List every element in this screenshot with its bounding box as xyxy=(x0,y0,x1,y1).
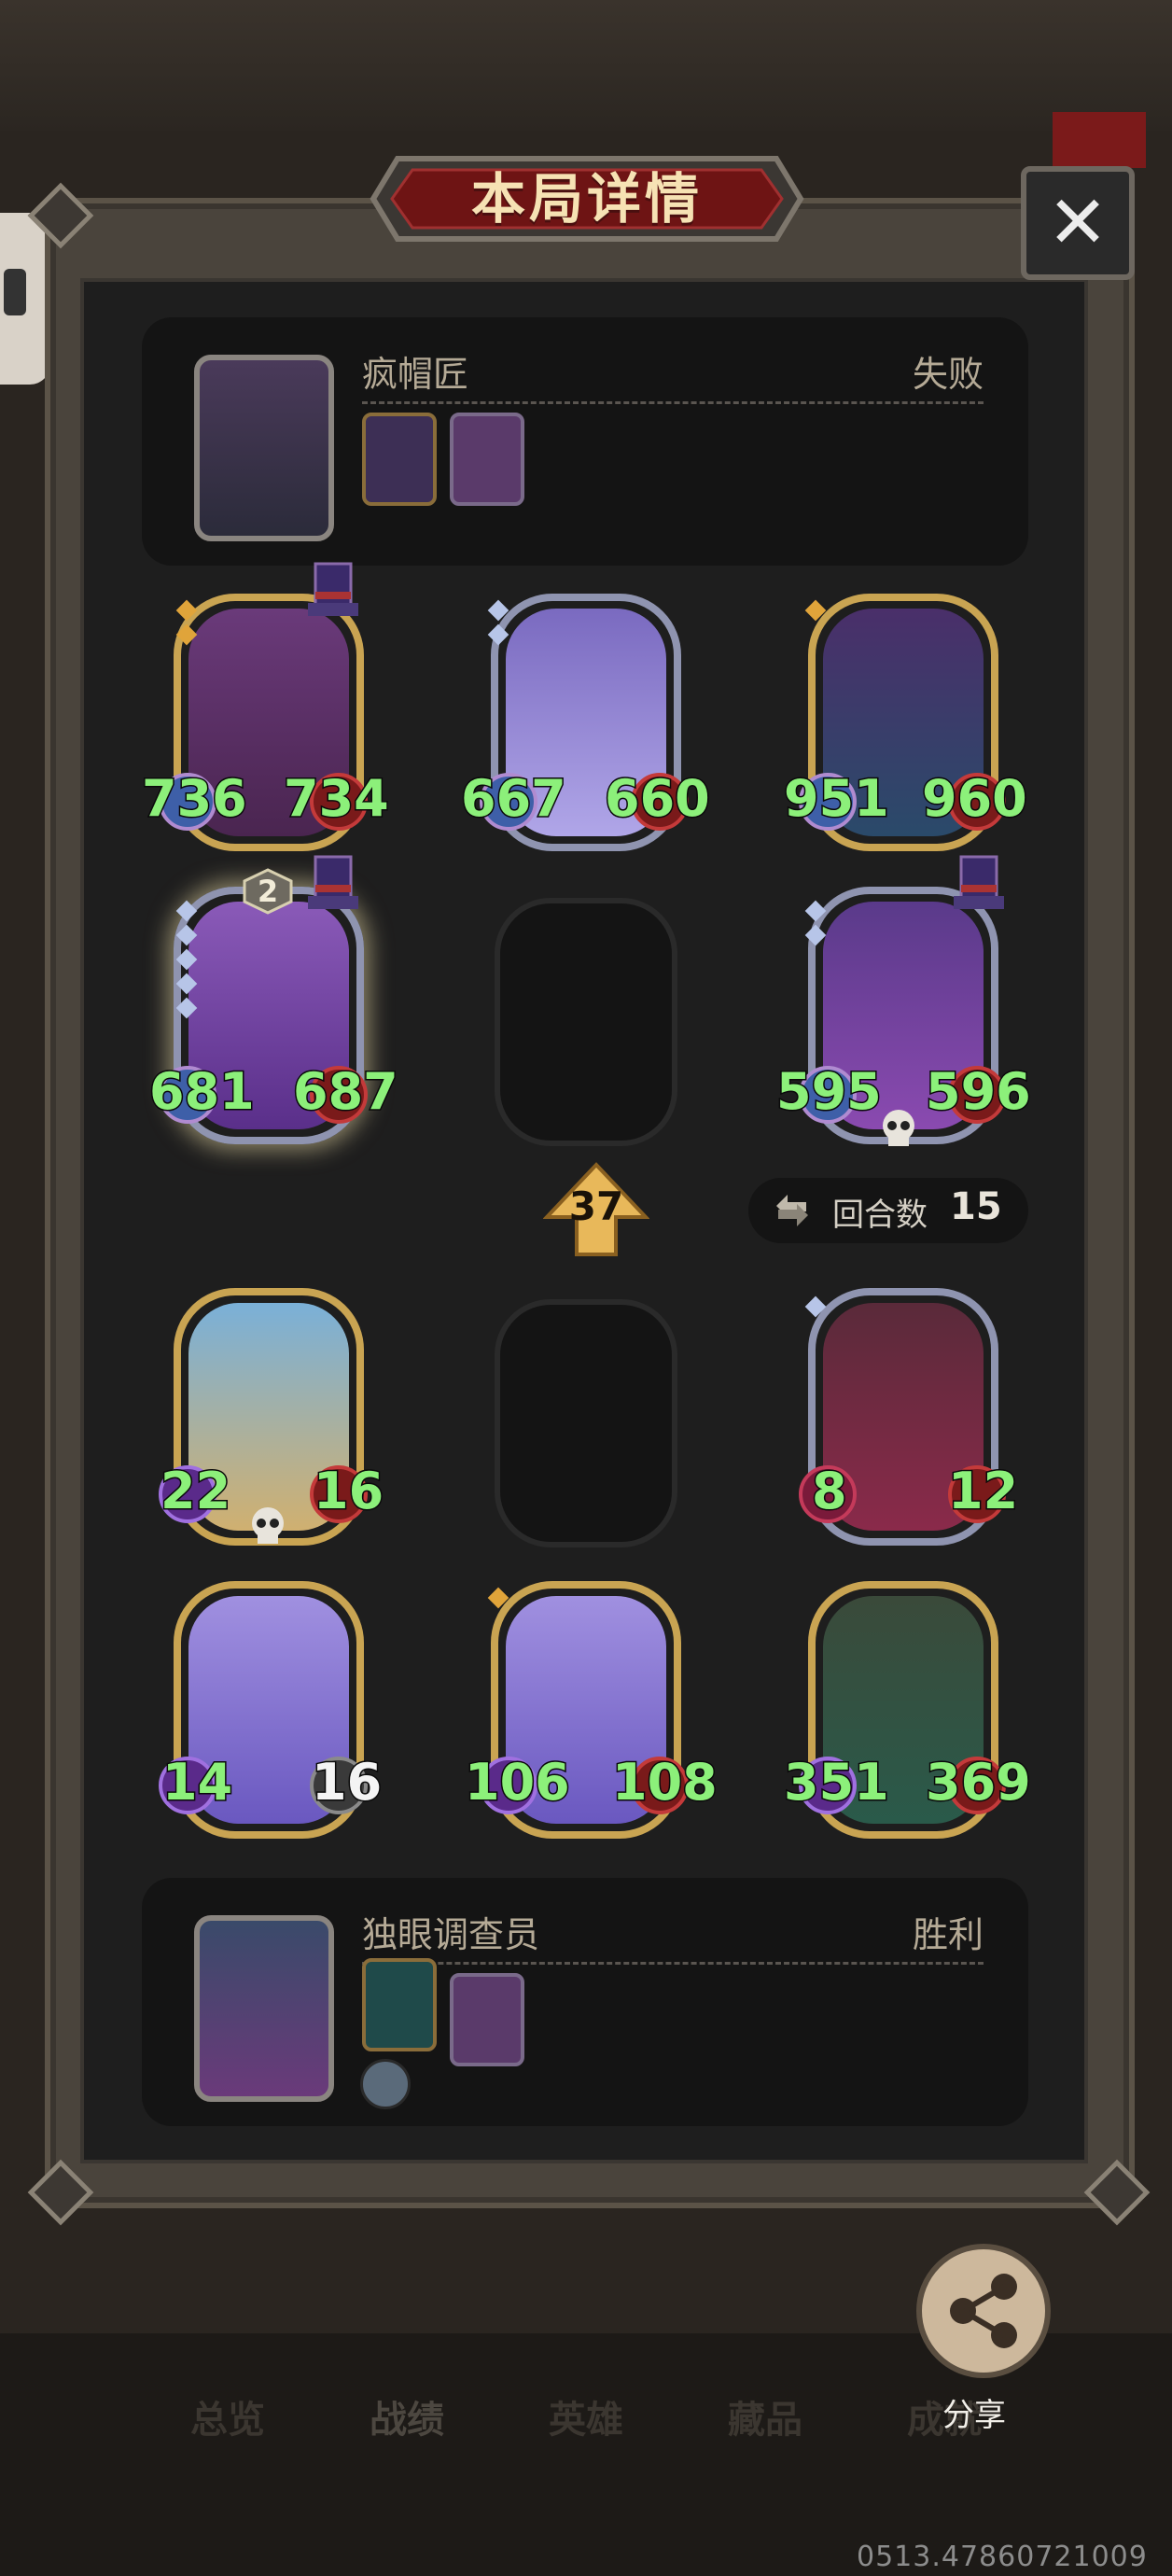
tab-heroes[interactable]: 英雄 xyxy=(549,2389,623,2443)
mad-hatter-portrait-icon[interactable] xyxy=(194,355,334,541)
turns-label: 回合数 xyxy=(832,1197,928,1234)
equipment-icon[interactable] xyxy=(362,1958,437,2051)
card-health: 660 xyxy=(604,768,712,830)
card-attack: 667 xyxy=(460,768,568,830)
empty-slot xyxy=(495,898,677,1146)
card-attack: 8 xyxy=(811,1461,849,1522)
card-health: 16 xyxy=(312,1461,384,1522)
tea-party-spell-icon[interactable] xyxy=(450,413,524,506)
opponent-panel: 疯帽匠 失败 xyxy=(142,317,1028,566)
top-hat-icon xyxy=(306,560,360,625)
card-health: 16 xyxy=(310,1752,383,1813)
turns-value: 15 xyxy=(950,1185,1002,1228)
card-attack: 22 xyxy=(159,1461,231,1522)
character-icon xyxy=(4,269,26,315)
skull-icon xyxy=(875,1107,922,1150)
card-health: 960 xyxy=(921,768,1029,830)
divider xyxy=(362,401,984,404)
card-attack: 351 xyxy=(783,1752,891,1813)
tea-party-spell-icon[interactable] xyxy=(450,1973,524,2066)
card-health: 108 xyxy=(611,1752,719,1813)
tab-records[interactable]: 战绩 xyxy=(370,2389,444,2443)
opponent-result: 失败 xyxy=(912,354,984,395)
left-side-tab[interactable] xyxy=(0,213,50,385)
card-health: 12 xyxy=(946,1461,1019,1522)
top-hat-icon xyxy=(952,853,1006,918)
card-health: 596 xyxy=(925,1061,1033,1123)
top-hat-icon xyxy=(306,853,360,918)
level-badge: 2 xyxy=(257,874,279,909)
share-button[interactable] xyxy=(916,2244,1051,2378)
decorative-flag xyxy=(1053,112,1146,168)
card-health: 369 xyxy=(925,1752,1033,1813)
tavern-level: 37 xyxy=(568,1183,624,1229)
opponent-name: 疯帽匠 xyxy=(362,354,469,395)
top-background xyxy=(0,0,1172,131)
tab-overview[interactable]: 总览 xyxy=(190,2389,265,2443)
tab-collection[interactable]: 藏品 xyxy=(728,2389,802,2443)
player-panel: 独眼调查员 胜利 xyxy=(142,1878,1028,2126)
card-attack: 595 xyxy=(775,1061,884,1123)
card-attack: 951 xyxy=(783,768,891,830)
card-attack: 736 xyxy=(141,768,249,830)
close-button[interactable]: ✕ xyxy=(1021,166,1135,280)
divider xyxy=(362,1962,984,1965)
share-icon xyxy=(950,2274,1017,2348)
equipment-icon[interactable] xyxy=(362,413,437,506)
refresh-icon xyxy=(769,1191,816,1230)
player-name: 独眼调查员 xyxy=(362,1914,540,1955)
title-banner: 本局详情 xyxy=(370,149,804,248)
archer-hero-portrait-icon[interactable] xyxy=(194,1915,334,2102)
empty-slot xyxy=(495,1299,677,1547)
close-icon: ✕ xyxy=(1047,181,1109,265)
page-title: 本局详情 xyxy=(470,167,703,231)
skull-icon xyxy=(244,1505,291,1547)
skill-icon[interactable] xyxy=(360,2059,411,2109)
card-attack: 106 xyxy=(464,1752,572,1813)
share-label: 分享 xyxy=(942,2397,1006,2434)
watermark: 0513.47860721009 xyxy=(857,2541,1148,2573)
card-health: 734 xyxy=(283,768,391,830)
turns-counter: 回合数 15 xyxy=(748,1178,1028,1243)
card-attack: 681 xyxy=(148,1061,257,1123)
card-health: 687 xyxy=(292,1061,400,1123)
player-result: 胜利 xyxy=(912,1914,984,1955)
card-attack: 14 xyxy=(160,1752,233,1813)
